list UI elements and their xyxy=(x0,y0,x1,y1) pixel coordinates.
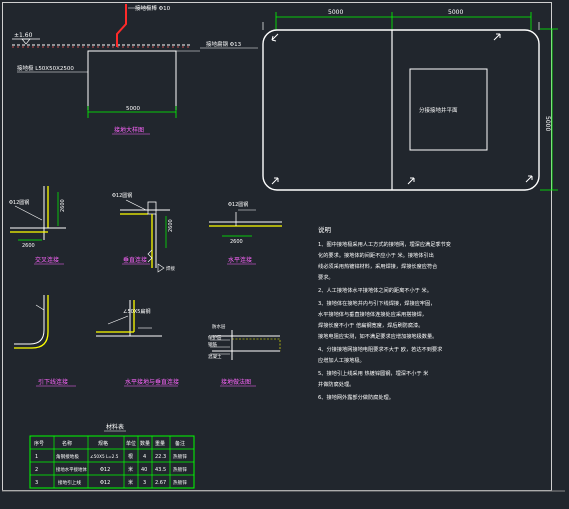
table-cell: Φ12 xyxy=(100,467,110,473)
detail6-label: 防水层 xyxy=(212,323,226,330)
notes-line: 线必须采用热镀锌材料，采用焊接，焊接长度应符合 xyxy=(318,262,438,270)
trench-outline xyxy=(87,50,177,110)
notes-title: 说明 xyxy=(318,225,332,234)
earth-rod-icon xyxy=(407,177,415,185)
notes-line: 4、分接接地网接地电阻要求不大于 欧，若达不到要求 xyxy=(318,345,443,353)
table-header: 规格 xyxy=(98,440,108,447)
table-header: 单位 xyxy=(126,440,136,447)
table-header: 备注 xyxy=(175,440,185,447)
design-notes: 说明 1、图中接地极采用人工方式的接地网，埋深应满足季节变 化的要求。接地体的间… xyxy=(318,225,451,401)
notes-line: 1、图中接地极采用人工方式的接地网，埋深应满足季节变 xyxy=(318,240,451,248)
notes-line: 并做防腐处理。 xyxy=(318,380,354,388)
table-cell: 3 xyxy=(35,480,38,486)
detail6-label: 保护层 xyxy=(208,334,222,341)
notes-line: 6、接地网外露部分做防腐处理。 xyxy=(318,393,394,401)
detail2-rod-label: Φ12圆钢 xyxy=(112,192,132,199)
detail2-weld-mark: 焊接 xyxy=(166,265,175,272)
concrete-layer xyxy=(231,338,281,352)
detail1-rod-label: Φ12圆钢 xyxy=(9,199,29,206)
detail1-dim-vertical: 2600 xyxy=(60,199,66,212)
notes-line: 水平接地体与垂直接地体连接处应采用搭接焊， xyxy=(318,310,427,318)
table-cell: 4 xyxy=(143,454,146,460)
detail-vertical-connection: Φ12圆钢 2600 焊接 垂直连接 xyxy=(112,192,175,273)
detail-downlead-connection: 引下线连接 xyxy=(14,295,76,387)
notes-line: 要求。 xyxy=(318,273,334,281)
elevation-label: ±1.60 xyxy=(14,32,33,39)
table-cell: 接地引上线 xyxy=(58,479,81,486)
table-cell: 热镀锌 xyxy=(173,453,187,460)
table-cell: 根 xyxy=(128,453,133,460)
table-cell: 米 xyxy=(128,466,133,473)
angle-steel-note: 接地极 L50X50X2500 xyxy=(17,64,74,72)
table-header: 序号 xyxy=(34,440,44,447)
table-cell: 40 xyxy=(141,467,147,473)
width-dimension-text: 5000 xyxy=(126,106,140,112)
earth-rod-icon xyxy=(493,33,501,41)
section-caption: 接地大样图 xyxy=(114,126,144,134)
notes-line: 接地电阻应实测，如不满足要求应增加接地极数量。 xyxy=(318,332,437,340)
table-cell: Φ12 xyxy=(100,480,110,486)
table-cell: 2 xyxy=(35,467,38,473)
table-cell: 角钢接地极 xyxy=(56,453,79,460)
cad-drawing-canvas: ±1.60 接地极棒 Φ10 接地扁钢 Φ13 接地极 L50X50X2500 … xyxy=(0,0,569,509)
table-title: 材料表 xyxy=(106,423,124,431)
table-cell: 接地水平接地体 xyxy=(56,466,87,473)
table-header: 重量 xyxy=(155,440,165,447)
detail1-dim-horizontal: 2600 xyxy=(22,243,35,249)
table-cell: 43.5 xyxy=(155,467,166,473)
detail-horizontal-connection: Φ12圆钢 2600 水平连接 xyxy=(209,201,282,265)
detail3-caption: 水平连接 xyxy=(228,256,252,264)
material-table: 材料表 序号 名称 规格 单位 数量 重量 备注 1 角钢接地极 ∠50X5 L… xyxy=(29,423,195,489)
earthing-section-detail: ±1.60 接地极棒 Φ10 接地扁钢 Φ13 接地极 L50X50X2500 … xyxy=(12,4,258,135)
vertical-dim-text: 5000 xyxy=(544,116,551,131)
earth-grid-outline xyxy=(262,29,540,191)
table-header: 数量 xyxy=(140,440,150,447)
elevation-triangle-icon xyxy=(21,38,31,45)
detail5-caption: 水平接地与垂直连接 xyxy=(125,378,179,386)
detail3-dim: 2600 xyxy=(230,239,243,245)
detail4-caption: 引下线连接 xyxy=(38,378,68,386)
notes-line: 化的要求。接地体的间距不应小于 米。接地体引出 xyxy=(318,251,434,259)
detail2-dim: 2600 xyxy=(168,219,174,232)
earth-rod-icon xyxy=(525,175,533,183)
earth-rod-icon xyxy=(271,33,279,42)
drawing-border xyxy=(2,2,552,491)
earth-rod-riser xyxy=(116,4,127,47)
earth-rod-note: 接地极棒 Φ10 xyxy=(135,4,171,12)
top-dim-right: 5000 xyxy=(448,9,463,16)
detail6-caption: 接地做法图 xyxy=(221,378,251,386)
detail2-caption: 垂直连接 xyxy=(123,256,147,264)
earth-grid-plan: 5000 5000 5000 分接接地井平面 xyxy=(262,9,558,191)
earth-rod-icon xyxy=(271,177,279,185)
notes-line: 2、人工接地体水平接地体之间的距离不小于 米。 xyxy=(318,286,432,294)
detail-earth-pit-section: 防水层 保护层 钢筋 混凝土 接地做法图 xyxy=(208,323,281,387)
table-header: 名称 xyxy=(62,440,72,447)
top-dim-left: 5000 xyxy=(328,9,343,16)
table-cell: 3 xyxy=(143,480,146,486)
detail6-label: 钢筋 xyxy=(208,341,217,348)
detail6-label: 混凝土 xyxy=(208,353,222,360)
notes-line: 5、接地引上线采用 热镀锌圆钢，埋深不小于 米 xyxy=(318,369,429,377)
detail1-caption: 交叉连接 xyxy=(35,256,59,264)
table-cell: 2.67 xyxy=(155,480,166,486)
table-cell: 米 xyxy=(128,479,133,486)
notes-line: 3、接地体在接地井内与引下线焊接，焊接应牢固， xyxy=(318,299,435,307)
detail3-rod-label: Φ12圆钢 xyxy=(228,201,248,208)
detail-cross-connection: Φ12圆钢 2600 2600 交叉连接 xyxy=(9,186,66,265)
table-cell: 22.3 xyxy=(155,454,166,460)
notes-line: 应增加人工接地极。 xyxy=(318,356,365,364)
notes-line: 焊接长度不小于 倍扁钢宽度，焊后刷防腐漆。 xyxy=(318,321,423,329)
table-cell: 1 xyxy=(35,454,38,460)
table-cell: 热镀锌 xyxy=(173,466,187,473)
table-cell: ∠50X5 L=2.5 xyxy=(90,454,119,459)
strip-note: 接地扁钢 Φ13 xyxy=(206,40,242,48)
distribution-box-label: 分接接地井平面 xyxy=(419,106,458,114)
drawing-svg: ±1.60 接地极棒 Φ10 接地扁钢 Φ13 接地极 L50X50X2500 … xyxy=(2,2,565,492)
detail5-label: ∠50X5扁钢 xyxy=(123,308,150,315)
detail-horizontal-vertical-connection: ∠50X5扁钢 水平接地与垂直连接 xyxy=(96,300,179,387)
table-cell: 热镀锌 xyxy=(173,479,187,486)
